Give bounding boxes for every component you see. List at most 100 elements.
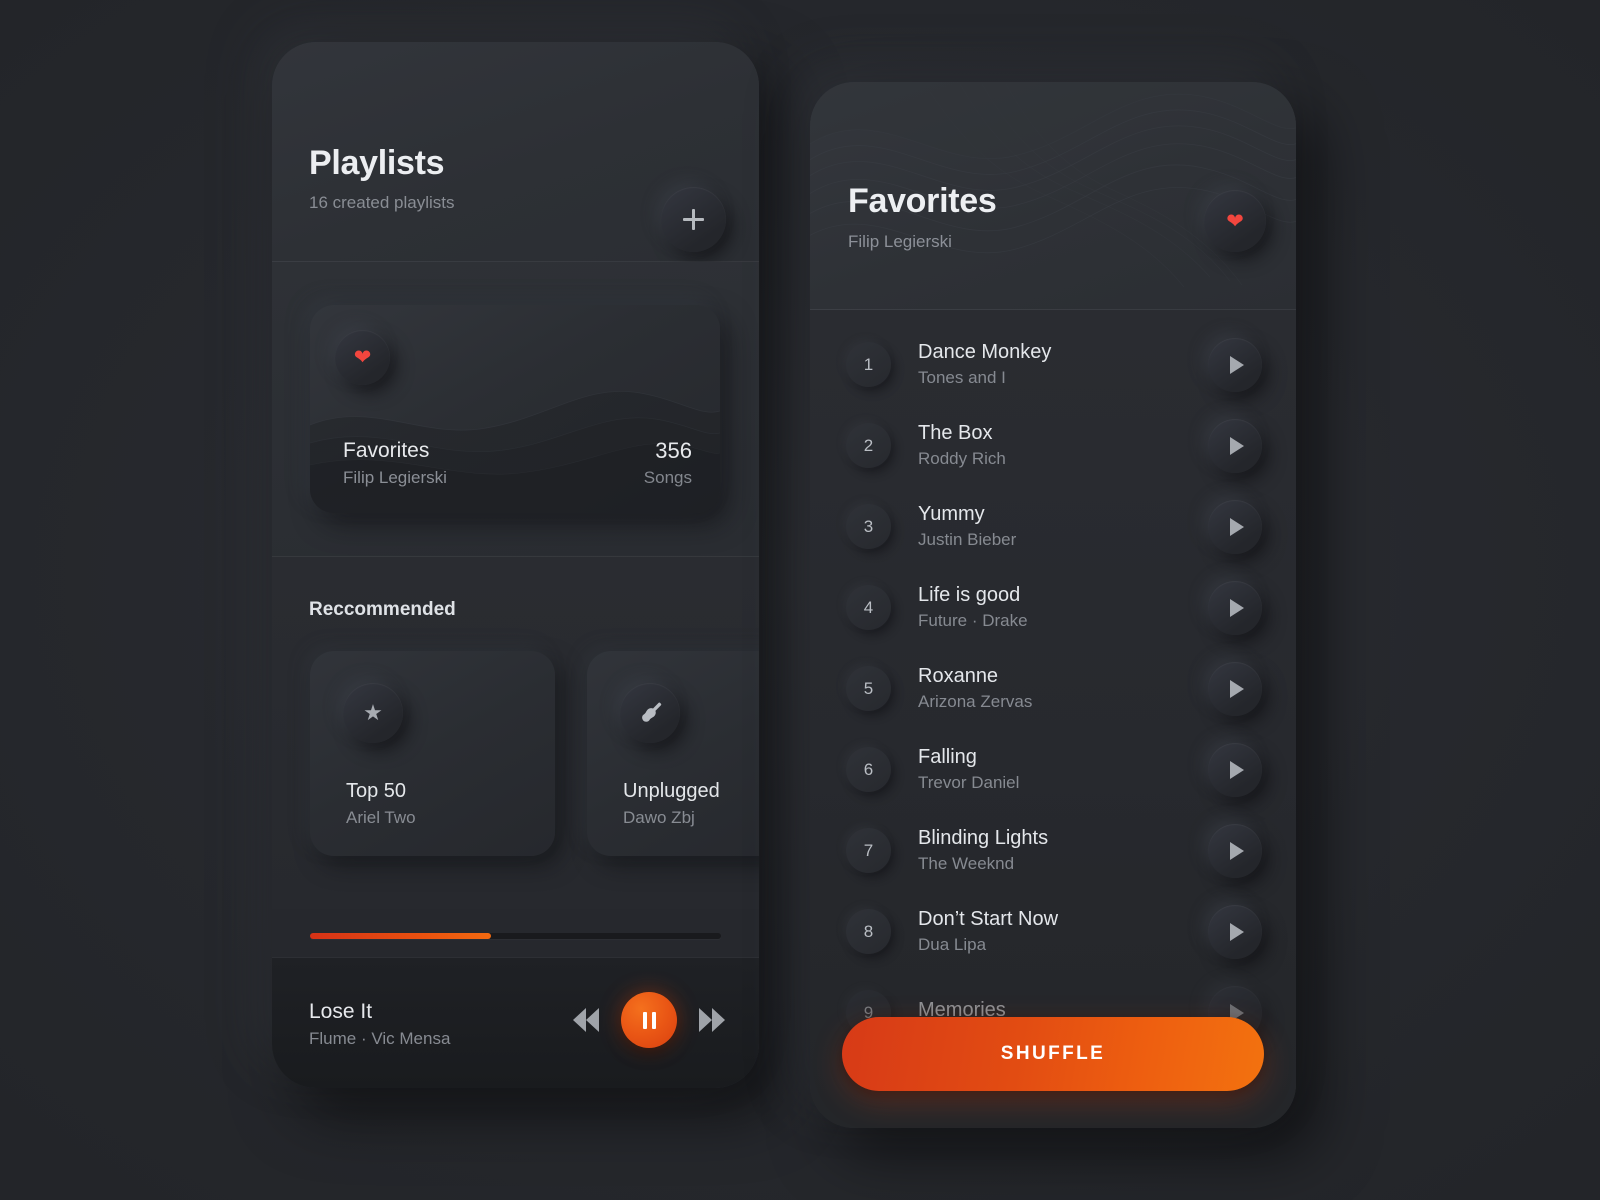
track-title: Don’t Start Now [918, 908, 1059, 930]
rewind-icon[interactable] [573, 1008, 599, 1032]
track-title: Dance Monkey [918, 341, 1052, 363]
play-button[interactable] [1208, 823, 1262, 878]
pause-button[interactable] [621, 992, 677, 1048]
star-icon: ★ [363, 700, 383, 725]
track-title: Life is good [918, 584, 1021, 606]
favorites-card-count-label: Songs [643, 468, 692, 487]
track-artist: Justin Bieber [918, 530, 1017, 549]
play-icon [1230, 355, 1244, 374]
table-row[interactable]: 3 Yummy Justin Bieber [810, 486, 1296, 567]
track-title: Roxanne [918, 665, 999, 687]
track-artist: Dua Lipa [918, 935, 987, 954]
table-row[interactable]: 5 Roxanne Arizona Zervas [810, 648, 1296, 729]
track-title: Yummy [918, 503, 985, 525]
track-text: Blinding Lights The Weeknd [918, 827, 1208, 874]
recommended-card-name: Top 50 [346, 780, 407, 802]
track-number: 8 [846, 909, 891, 954]
now-playing-bar: Lose It Flume · Vic Mensa [272, 958, 759, 1088]
progress-bar-track[interactable] [310, 933, 721, 939]
guitar-icon-badge [620, 683, 680, 743]
add-playlist-button[interactable] [661, 187, 726, 252]
table-row[interactable]: 1 Dance Monkey Tones and I [810, 324, 1296, 405]
play-button[interactable] [1208, 499, 1262, 554]
track-artist: Trevor Daniel [918, 773, 1020, 792]
track-text: Yummy Justin Bieber [918, 503, 1208, 550]
recommended-card-top50[interactable]: ★ Top 50 Ariel Two [310, 651, 555, 856]
favorites-track-list[interactable]: 1 Dance Monkey Tones and I 2 The Box Rod… [810, 310, 1296, 1128]
shuffle-button[interactable]: SHUFFLE [842, 1017, 1264, 1091]
playlists-header: Playlists 16 created playlists [272, 42, 759, 262]
track-text: Falling Trevor Daniel [918, 746, 1208, 793]
play-icon [1230, 517, 1244, 536]
track-artist: The Weeknd [918, 854, 1015, 873]
pause-icon [642, 1011, 647, 1029]
track-number: 2 [846, 423, 891, 468]
now-playing-song: Lose It [309, 1000, 373, 1023]
favorites-header: Favorites Filip Legierski ❤ [810, 82, 1296, 310]
play-icon [1230, 436, 1244, 455]
favorites-card-name: Favorites [343, 439, 430, 462]
track-number: 5 [846, 666, 891, 711]
canvas: Playlists 16 created playlists ❤ Favorit… [0, 0, 1600, 1200]
track-number: 3 [846, 504, 891, 549]
recommended-title: Reccommended [309, 599, 456, 620]
star-icon-badge: ★ [343, 683, 403, 743]
favorites-card-section: ❤ Favorites Filip Legierski 356 Songs [272, 262, 759, 557]
table-row[interactable]: 4 Life is good Future · Drake [810, 567, 1296, 648]
play-button[interactable] [1208, 742, 1262, 797]
table-row[interactable]: 7 Blinding Lights The Weeknd [810, 810, 1296, 891]
play-button[interactable] [1208, 661, 1262, 716]
page-title: Favorites [848, 182, 997, 220]
favorites-card-owner: Filip Legierski [343, 468, 447, 487]
guitar-icon [642, 702, 662, 722]
heart-icon: ❤ [353, 346, 372, 369]
recommended-card-meta: Unplugged Dawo Zbj [623, 780, 720, 828]
now-playing-artist: Flume · Vic Mensa [309, 1029, 451, 1048]
play-icon [1230, 922, 1244, 941]
page-title: Playlists [309, 144, 445, 182]
playback-progress-section [272, 909, 759, 958]
track-number: 7 [846, 828, 891, 873]
heart-icon: ❤ [1226, 209, 1244, 233]
track-text: The Box Roddy Rich [918, 422, 1208, 469]
track-number: 6 [846, 747, 891, 792]
player-controls [573, 992, 725, 1048]
recommended-card-row: ★ Top 50 Ariel Two Unplugged Dawo Zbj [310, 651, 759, 856]
table-row[interactable]: 8 Don’t Start Now Dua Lipa [810, 891, 1296, 972]
favorites-playlist-card[interactable]: ❤ Favorites Filip Legierski 356 Songs [310, 305, 720, 513]
track-artist: Arizona Zervas [918, 692, 1033, 711]
heart-icon-button[interactable]: ❤ [335, 330, 390, 385]
play-icon [1230, 760, 1244, 779]
play-icon [1230, 679, 1244, 698]
track-artist: Tones and I [918, 368, 1006, 387]
favorites-card-count: 356 [655, 438, 692, 463]
recommended-card-name: Unplugged [623, 780, 720, 802]
table-row[interactable]: 6 Falling Trevor Daniel [810, 729, 1296, 810]
progress-bar-fill [310, 933, 491, 939]
track-text: Don’t Start Now Dua Lipa [918, 908, 1208, 955]
play-button[interactable] [1208, 580, 1262, 635]
recommended-card-unplugged[interactable]: Unplugged Dawo Zbj [587, 651, 759, 856]
fast-forward-icon[interactable] [699, 1008, 725, 1032]
favorites-card-meta: Favorites Filip Legierski [343, 439, 447, 488]
track-artist: Roddy Rich [918, 449, 1006, 468]
recommended-card-artist: Dawo Zbj [623, 808, 695, 827]
play-button[interactable] [1208, 418, 1262, 473]
favorites-card-count-group: 356 Songs [644, 438, 692, 488]
play-icon [1230, 598, 1244, 617]
track-text: Roxanne Arizona Zervas [918, 665, 1208, 712]
track-artist: Future · Drake [918, 611, 1028, 630]
table-row[interactable]: 2 The Box Roddy Rich [810, 405, 1296, 486]
favorites-owner: Filip Legierski [848, 232, 952, 251]
track-title: The Box [918, 422, 993, 444]
recommended-section: Reccommended ★ Top 50 Ariel Two Unplugge… [272, 557, 759, 909]
play-button[interactable] [1208, 337, 1262, 392]
track-number: 4 [846, 585, 891, 630]
heart-icon-button[interactable]: ❤ [1204, 190, 1266, 252]
track-text: Dance Monkey Tones and I [918, 341, 1208, 388]
track-title: Blinding Lights [918, 827, 1049, 849]
track-title: Falling [918, 746, 977, 768]
play-icon [1230, 841, 1244, 860]
play-button[interactable] [1208, 904, 1262, 959]
playlists-phone-screen: Playlists 16 created playlists ❤ Favorit… [272, 42, 759, 1088]
